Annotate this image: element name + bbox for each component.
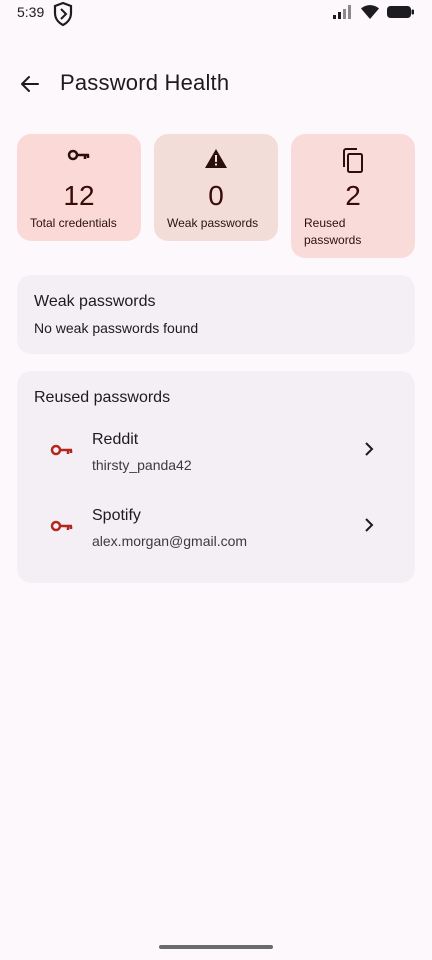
section-title: Reused passwords	[34, 389, 171, 406]
page-title: Password Health	[60, 70, 230, 95]
stat-card-total-credentials: 12 Total credentials	[17, 134, 141, 241]
item-username: thirsty_panda42	[92, 457, 192, 473]
list-item-spotify[interactable]: Spotify alex.morgan@gmail.com	[17, 497, 415, 565]
chevron-right-icon	[365, 442, 374, 456]
wifi-icon	[361, 5, 379, 19]
stat-value: 12	[63, 180, 95, 211]
stat-label: Weak passwords	[167, 216, 259, 230]
reused-passwords-card: Reused passwords Reddit thirsty_panda42 …	[17, 371, 415, 583]
status-icons	[333, 5, 415, 19]
item-name: Spotify	[92, 507, 141, 524]
signal-icon	[333, 5, 351, 19]
stat-card-reused-passwords: 2 Reused passwords	[291, 134, 415, 258]
item-name: Reddit	[92, 431, 139, 448]
status-time: 5:39	[17, 4, 45, 20]
stat-value: 2	[345, 180, 361, 211]
weak-passwords-card: Weak passwords No weak passwords found	[17, 275, 415, 354]
arrow-back-icon	[21, 76, 39, 92]
key-icon	[50, 444, 73, 456]
key-icon	[50, 520, 73, 532]
stat-label: Total credentials	[30, 216, 117, 230]
chevron-right-icon	[365, 518, 374, 532]
key-icon	[67, 149, 90, 161]
stat-label: Reused passwords	[304, 216, 362, 247]
back-button[interactable]	[14, 68, 46, 100]
list-item-reddit[interactable]: Reddit thirsty_panda42	[17, 421, 415, 489]
empty-message: No weak passwords found	[34, 320, 199, 336]
stat-value: 0	[208, 180, 224, 211]
battery-icon	[387, 6, 414, 18]
item-username: alex.morgan@gmail.com	[92, 533, 248, 549]
warning-icon	[205, 149, 227, 168]
status-bar: 5:39	[0, 0, 432, 28]
gesture-nav-handle[interactable]	[159, 945, 273, 949]
shield-icon	[53, 1, 73, 27]
top-app-bar: Password Health	[0, 60, 432, 108]
stat-card-weak-passwords: 0 Weak passwords	[154, 134, 278, 241]
copy-icon	[343, 148, 363, 173]
section-title: Weak passwords	[34, 293, 156, 310]
